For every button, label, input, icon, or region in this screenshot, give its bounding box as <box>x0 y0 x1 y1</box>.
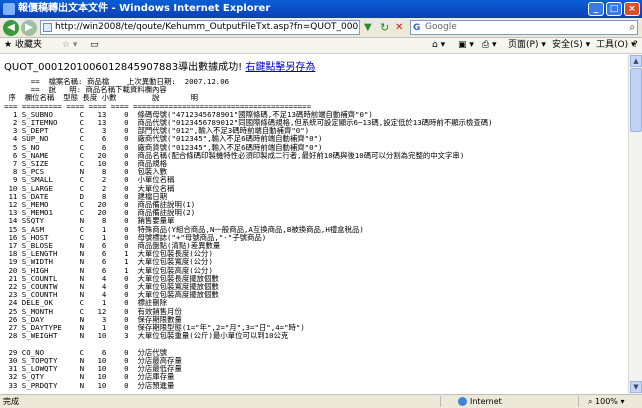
save-as-link[interactable]: 右鍵點擊另存為 <box>245 62 315 73</box>
globe-icon <box>458 397 467 406</box>
favorites-label: 收藏夹 <box>14 40 42 50</box>
address-url: http://win2008/te/qoute/Kehumm_OutputFil… <box>55 22 359 32</box>
tools-menu-label: 工具(O) <box>596 40 629 50</box>
minimize-button[interactable]: _ <box>588 2 604 16</box>
tools-menu[interactable]: 工具(O) ▾ <box>596 38 636 53</box>
scroll-down-icon[interactable]: ▼ <box>630 381 642 393</box>
google-icon: G <box>413 23 421 33</box>
ie-icon <box>3 3 15 15</box>
security-zone: Internet <box>458 395 502 408</box>
help-button[interactable]: ? <box>633 38 638 53</box>
home-icon[interactable]: ⌂ ▾ <box>432 38 445 53</box>
page-menu-label: 页面(P) <box>508 40 539 50</box>
search-input[interactable]: G Google ⌕ <box>410 20 638 35</box>
navigation-bar: ◀ ▶ http://win2008/te/qoute/Kehumm_Outpu… <box>0 18 642 38</box>
export-message: QUOT_0001201006012845907883導出數據成功! 右鍵點擊另… <box>4 58 315 73</box>
maximize-button[interactable]: □ <box>606 2 622 16</box>
export-success-text: QUOT_0001201006012845907883導出數據成功! <box>4 62 243 73</box>
window-title-bar: 報價稿轉出文本文件 - Windows Internet Explorer _ … <box>0 0 642 18</box>
back-button[interactable]: ◀ <box>3 20 19 36</box>
status-bar: 完成 Internet ⌕ 100% ▾ <box>0 394 642 408</box>
status-text: 完成 <box>3 397 19 406</box>
feeds-icon[interactable]: ▣ ▾ <box>458 38 474 53</box>
page-icon <box>43 23 52 32</box>
zoom-control[interactable]: ⌕ 100% ▾ <box>588 395 624 408</box>
close-button[interactable]: × <box>624 2 640 16</box>
go-arrow-icon[interactable]: ▼ <box>364 21 378 35</box>
search-placeholder: Google <box>425 22 457 32</box>
window-controls: _ □ × <box>588 2 640 16</box>
window-title: 報價稿轉出文本文件 - Windows Internet Explorer <box>18 3 271 14</box>
status-divider <box>440 396 441 407</box>
scroll-up-icon[interactable]: ▲ <box>630 55 642 67</box>
vertical-scrollbar[interactable]: ▲ ▼ <box>628 54 642 394</box>
status-divider <box>578 396 579 407</box>
zoom-level: 100% <box>595 397 618 406</box>
help-label: ? <box>633 40 638 50</box>
scroll-thumb[interactable] <box>630 68 642 132</box>
favorites-button[interactable]: ★ 收藏夹 <box>4 38 42 53</box>
page-menu[interactable]: 页面(P) ▾ <box>508 38 546 53</box>
zone-label: Internet <box>470 397 502 406</box>
address-input[interactable]: http://win2008/te/qoute/Kehumm_OutputFil… <box>40 20 360 35</box>
favorites-add-icon[interactable]: ☆ ▾ <box>62 38 77 53</box>
report-text: == 檔案名稱: 商品檔 上次異動日期: 2007.12.06 == 說 明: … <box>4 77 493 390</box>
safety-menu-label: 安全(S) <box>552 40 583 50</box>
command-bar: ★ 收藏夹 ☆ ▾ ▭ ⌂ ▾ ▣ ▾ ⎙ ▾ 页面(P) ▾ 安全(S) ▾ … <box>0 38 642 54</box>
stop-icon[interactable]: ✕ <box>395 21 409 35</box>
print-icon[interactable]: ⎙ ▾ <box>482 38 497 53</box>
search-icon[interactable]: ⌕ <box>629 21 635 34</box>
page-content: QUOT_0001201006012845907883導出數據成功! 右鍵點擊另… <box>0 54 628 394</box>
tab-current[interactable]: ▭ <box>90 38 99 53</box>
refresh-icon[interactable]: ↻ <box>380 21 394 35</box>
safety-menu[interactable]: 安全(S) ▾ <box>552 38 590 53</box>
forward-button[interactable]: ▶ <box>21 20 37 36</box>
